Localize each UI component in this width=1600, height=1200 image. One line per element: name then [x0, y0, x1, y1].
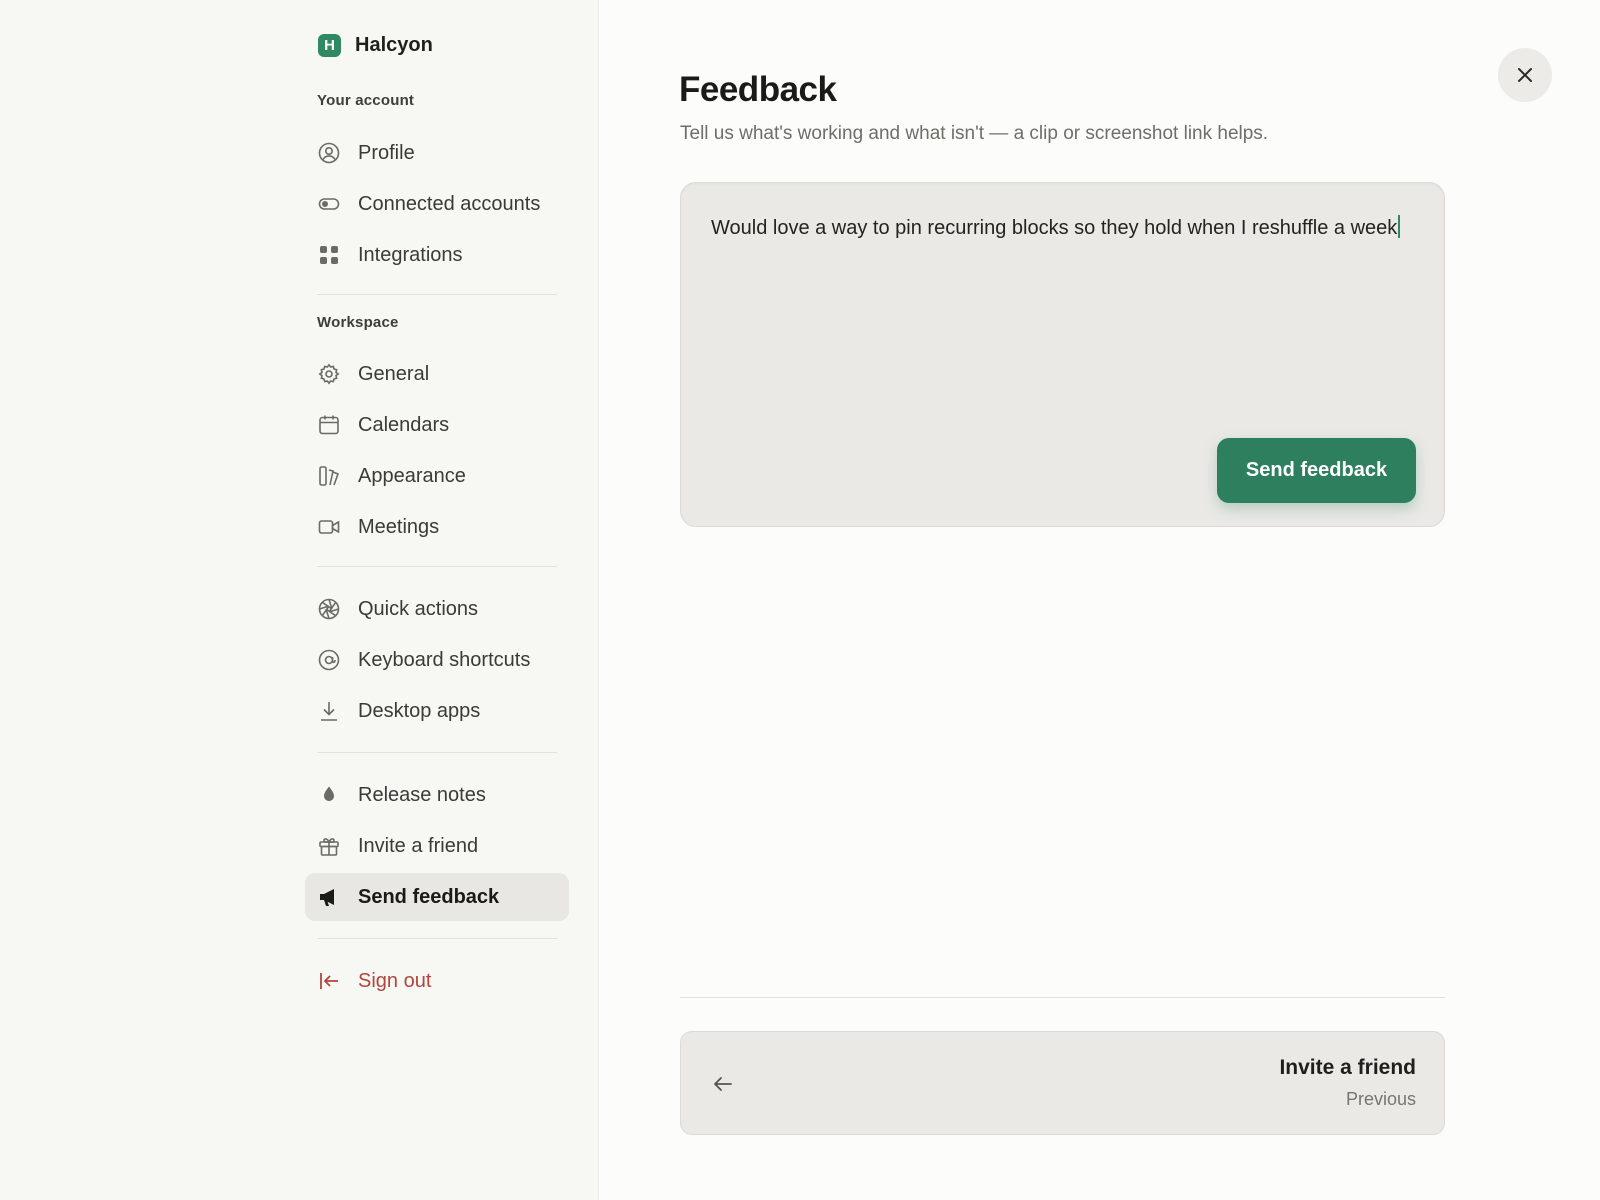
feedback-input-value: Would love a way to pin recurring blocks…: [711, 215, 1416, 240]
page-subtitle: Tell us what's working and what isn't — …: [680, 123, 1269, 144]
sidebar-item-label: Integrations: [358, 243, 463, 266]
sidebar-item-appearance[interactable]: Appearance: [305, 452, 569, 500]
page-title: Feedback: [679, 70, 837, 109]
sidebar-item-invite-a-friend[interactable]: Invite a friend: [305, 822, 569, 870]
sidebar-item-connected-accounts[interactable]: Connected accounts: [305, 180, 569, 228]
brand-name: Halcyon: [355, 34, 433, 56]
close-button[interactable]: [1498, 48, 1552, 102]
toggle-icon: [318, 193, 340, 215]
sign-out-icon: [318, 970, 340, 992]
send-feedback-button[interactable]: Send feedback: [1217, 438, 1416, 503]
sidebar-divider: [317, 938, 557, 939]
brand-logo: H: [318, 34, 341, 57]
at-sign-icon: [318, 649, 340, 671]
appearance-icon: [318, 465, 340, 487]
sidebar-divider: [317, 294, 557, 295]
sidebar-divider: [317, 752, 557, 753]
download-icon: [318, 700, 340, 722]
previous-page-caption: Previous: [1345, 1089, 1416, 1109]
feedback-textarea[interactable]: Would love a way to pin recurring blocks…: [680, 182, 1445, 527]
sidebar-item-general[interactable]: General: [305, 350, 569, 398]
gift-icon: [318, 835, 340, 857]
feedback-value-text: Would love a way to pin recurring blocks…: [711, 217, 1398, 239]
settings-sidebar: H Halcyon Your account Profile Connected…: [0, 0, 599, 1200]
section-label-workspace: Workspace: [317, 314, 399, 331]
sidebar-item-calendars[interactable]: Calendars: [305, 401, 569, 449]
sidebar-item-label: Send feedback: [358, 885, 500, 908]
sign-out-button[interactable]: Sign out: [305, 957, 569, 1005]
sign-out-label: Sign out: [358, 969, 432, 992]
arrow-left-icon: [711, 1072, 735, 1096]
previous-page-link[interactable]: Invite a friend Previous: [680, 1031, 1445, 1135]
calendar-icon: [318, 414, 340, 436]
sidebar-divider: [317, 566, 557, 567]
sidebar-item-label: Desktop apps: [358, 699, 481, 722]
sidebar-item-label: General: [358, 362, 430, 385]
sidebar-item-label: Invite a friend: [358, 834, 479, 857]
sidebar-item-quick-actions[interactable]: Quick actions: [305, 585, 569, 633]
sidebar-item-desktop-apps[interactable]: Desktop apps: [305, 687, 569, 735]
sidebar-item-label: Keyboard shortcuts: [358, 648, 531, 671]
sidebar-item-meetings[interactable]: Meetings: [305, 503, 569, 551]
sidebar-item-profile[interactable]: Profile: [305, 129, 569, 177]
close-icon: [1516, 66, 1534, 84]
sidebar-item-label: Meetings: [358, 515, 440, 538]
sidebar-item-label: Release notes: [358, 783, 486, 806]
video-icon: [318, 516, 340, 538]
sidebar-item-label: Quick actions: [358, 597, 479, 620]
megaphone-icon: [318, 886, 340, 908]
brand[interactable]: H Halcyon: [318, 34, 433, 57]
sidebar-item-release-notes[interactable]: Release notes: [305, 771, 569, 819]
sidebar-item-integrations[interactable]: Integrations: [305, 231, 569, 279]
aperture-icon: [318, 598, 340, 620]
sidebar-item-send-feedback[interactable]: Send feedback: [305, 873, 569, 921]
footer-divider: [680, 997, 1445, 998]
sidebar-item-label: Appearance: [358, 464, 466, 487]
sidebar-item-label: Connected accounts: [358, 192, 541, 215]
sidebar-item-label: Profile: [358, 141, 415, 164]
sidebar-item-label: Calendars: [358, 413, 450, 436]
grid-dots-icon: [318, 244, 340, 266]
gear-icon: [318, 363, 340, 385]
person-circle-icon: [318, 142, 340, 164]
section-label-your-account: Your account: [317, 92, 415, 109]
droplet-icon: [318, 784, 340, 806]
sidebar-item-keyboard-shortcuts[interactable]: Keyboard shortcuts: [305, 636, 569, 684]
previous-page-title: Invite a friend: [1279, 1056, 1416, 1079]
text-caret: [1398, 215, 1401, 238]
